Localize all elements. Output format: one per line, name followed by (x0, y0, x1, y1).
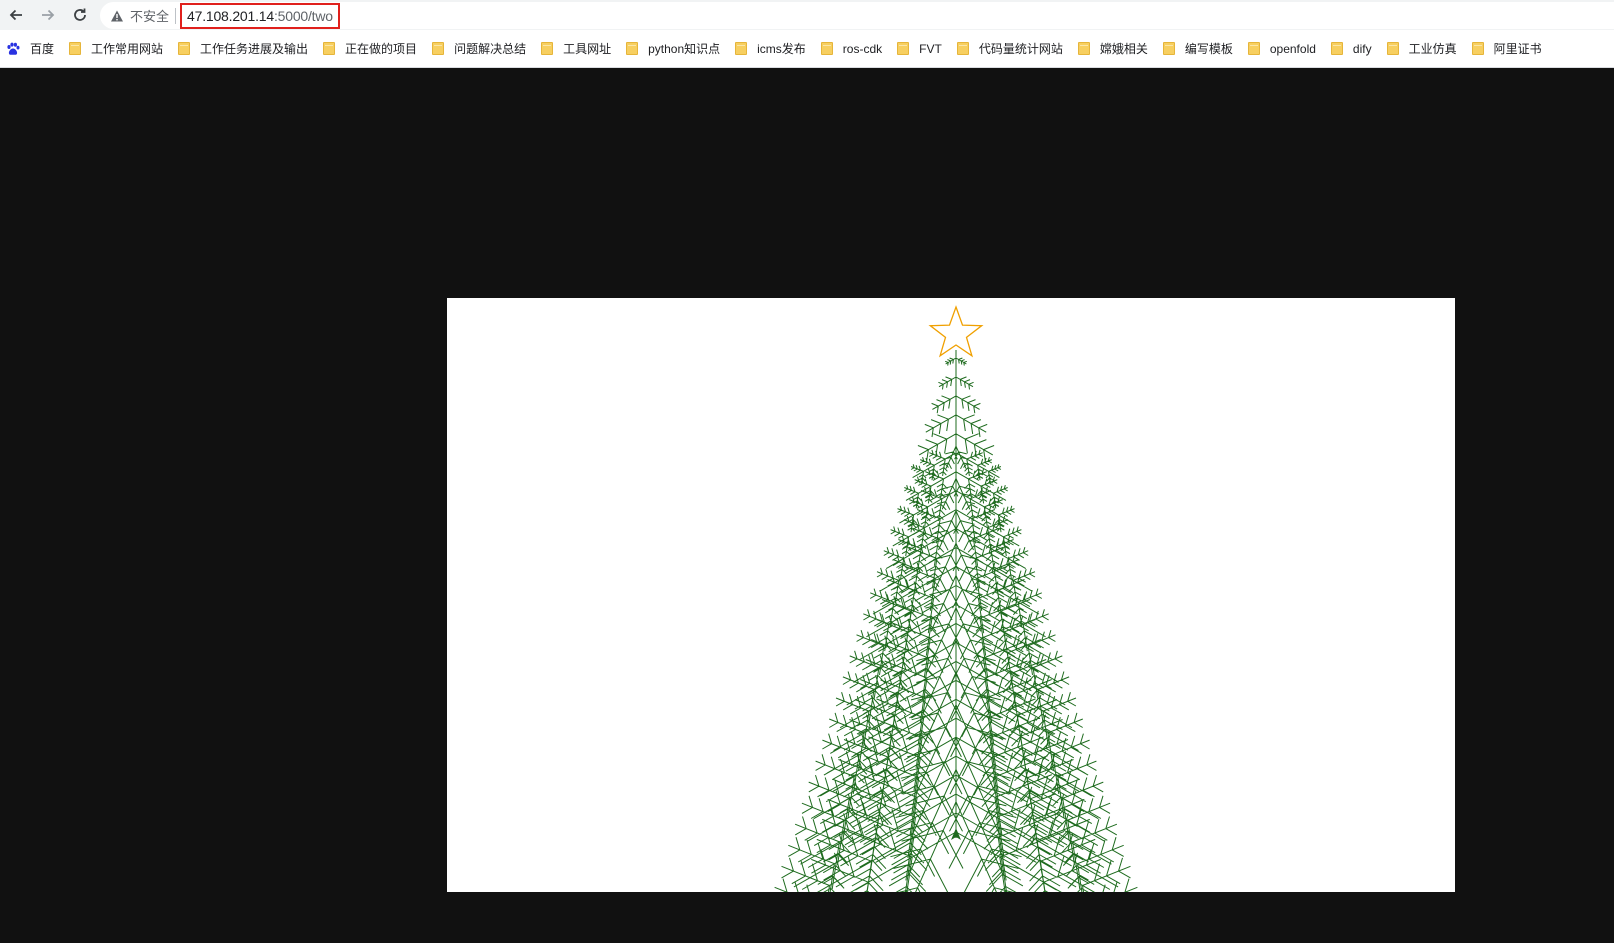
bookmark-folder[interactable]: ros-cdk (814, 35, 890, 63)
folder-icon (178, 42, 191, 55)
bookmark-label: 问题解决总结 (454, 42, 527, 56)
address-divider (175, 7, 177, 24)
folder-icon (541, 42, 554, 55)
christmas-tree-drawing (774, 305, 1138, 892)
bookmark-label: python知识点 (648, 42, 721, 56)
forward-arrow-icon (42, 9, 55, 21)
bookmark-label: 阿里证书 (1493, 42, 1542, 56)
url-path: :5000/two (273, 7, 333, 24)
folder-icon (1162, 42, 1175, 55)
bookmark-label: ros-cdk (842, 41, 883, 56)
address-bar[interactable]: 不安全 47.108.201.14:5000/two (100, 2, 1614, 29)
security-status-label[interactable]: 不安全 (130, 6, 169, 25)
bookmark-label: FVT (919, 41, 942, 56)
bookmark-folder[interactable]: 编写模板 (1156, 35, 1241, 63)
star-icon (928, 305, 984, 358)
folder-icon (626, 42, 639, 55)
bookmark-label: 工作常用网站 (91, 42, 164, 56)
bookmark-label: 工作任务进展及输出 (200, 42, 309, 56)
reload-icon (74, 8, 86, 21)
bookmark-folder[interactable]: 问题解决总结 (425, 35, 534, 63)
folder-icon (1471, 42, 1484, 55)
bookmark-folder[interactable]: 工作任务进展及输出 (171, 35, 316, 63)
bookmark-folder[interactable]: 阿里证书 (1465, 35, 1550, 63)
back-button[interactable] (0, 0, 32, 30)
bookmark-label: 百度 (30, 42, 55, 56)
bookmark-folder[interactable]: FVT (890, 35, 950, 63)
folder-icon (1330, 42, 1343, 55)
bookmark-label: 正在做的项目 (345, 42, 418, 56)
folder-icon (1247, 42, 1260, 55)
folder-icon (323, 42, 336, 55)
turtle-canvas (447, 298, 1455, 892)
folder-icon (1077, 42, 1090, 55)
tree-branches (774, 350, 1138, 892)
bookmark-label: 嫦娥相关 (1099, 42, 1148, 56)
bookmark-label: icms发布 (757, 42, 806, 56)
bookmark-label: openfold (1269, 41, 1316, 56)
tree-branch-path (774, 350, 1138, 892)
back-arrow-icon (9, 9, 22, 21)
bookmark-folder[interactable]: openfold (1241, 35, 1324, 63)
bookmark-label: 代码量统计网站 (978, 42, 1063, 56)
bookmark-folder[interactable]: 正在做的项目 (316, 35, 425, 63)
page-content (0, 69, 1614, 943)
bookmark-folder[interactable]: 工具网址 (534, 35, 619, 63)
warning-triangle-icon[interactable] (110, 9, 124, 23)
paw-icon (6, 42, 20, 56)
bookmark-folder[interactable]: python知识点 (619, 35, 728, 63)
folder-icon (956, 42, 969, 55)
bookmark-baidu[interactable]: 百度 (0, 35, 62, 63)
folder-icon (69, 42, 82, 55)
bookmarks-bar: 百度 工作常用网站 工作任务进展及输出 正在做的项目 问题解决总结 工具网址 p… (0, 30, 1614, 68)
bookmark-folder[interactable]: 工业仿真 (1380, 35, 1465, 63)
bookmark-folder[interactable]: 代码量统计网站 (950, 35, 1071, 63)
url-host: 47.108.201.14 (187, 7, 274, 24)
folder-icon (897, 42, 910, 55)
folder-icon (1386, 42, 1399, 55)
forward-button[interactable] (32, 0, 64, 30)
browser-toolbar: 不安全 47.108.201.14:5000/two (0, 0, 1614, 30)
bookmark-folder[interactable]: dify (1324, 35, 1380, 63)
folder-icon (735, 42, 748, 55)
bookmark-label: 编写模板 (1184, 42, 1233, 56)
bookmark-folder[interactable]: 嫦娥相关 (1071, 35, 1156, 63)
folder-icon (820, 42, 833, 55)
bookmark-folder[interactable]: 工作常用网站 (62, 35, 171, 63)
bookmark-folder[interactable]: icms发布 (728, 35, 814, 63)
bookmark-label: 工业仿真 (1408, 42, 1457, 56)
bookmark-label: dify (1352, 41, 1372, 56)
folder-icon (432, 42, 445, 55)
reload-button[interactable] (64, 0, 96, 30)
url-text[interactable]: 47.108.201.14:5000/two (180, 2, 340, 29)
bookmark-label: 工具网址 (563, 42, 612, 56)
